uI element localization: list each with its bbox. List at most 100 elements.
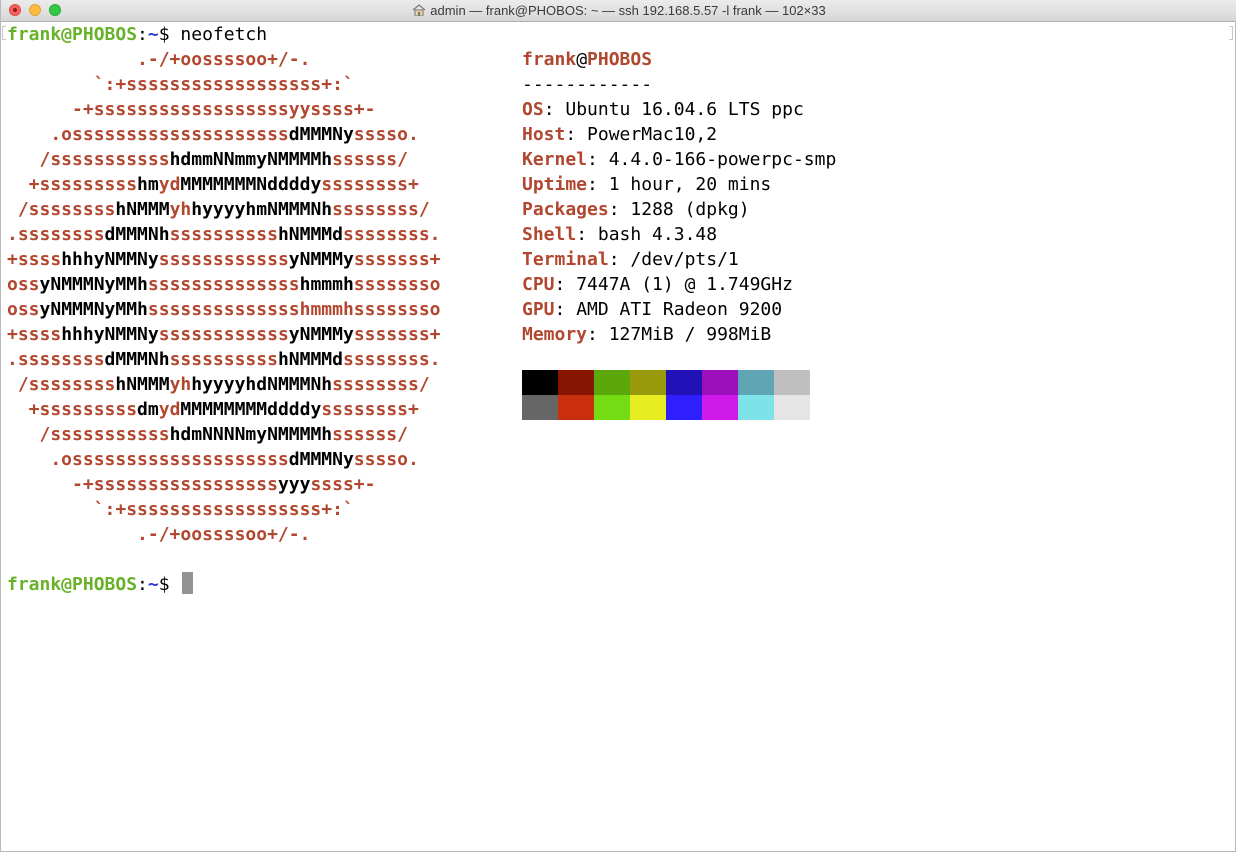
- logo-line: /sssssssshNMMMyhhyyyyhmNMMMNhssssssss/: [7, 197, 430, 222]
- logo-segment: ssssssssss: [169, 224, 278, 245]
- logo-segment: MMMMMMMNddddy: [180, 174, 322, 195]
- logo-segment: hyyyyhmNMMMNh: [191, 199, 333, 220]
- info-key: CPU: [522, 274, 555, 295]
- logo-segment: /ssssssss: [7, 199, 116, 220]
- logo-segment: yyy: [277, 474, 311, 495]
- color-swatch: [666, 370, 702, 395]
- logo-line: /ssssssssssshdmNNNNmyNMMMMhssssss/: [7, 422, 408, 447]
- logo-segment: +sssssssss: [7, 174, 138, 195]
- logo-line: /ssssssssssshdmmNNmmyNMMMMhssssss/: [7, 147, 408, 172]
- color-swatch: [702, 370, 738, 395]
- logo-segment: hmmmh: [299, 274, 354, 295]
- logo-segment: yd: [158, 399, 181, 420]
- logo-segment: hNMMMd: [277, 224, 343, 245]
- right-margin-mark: [1229, 26, 1233, 40]
- info-value: /dev/pts/1: [630, 249, 739, 270]
- logo-segment: dMMMNh: [104, 224, 170, 245]
- prompt-user: frank@PHOBOS: [7, 574, 138, 595]
- logo-segment: `:+ssssssssssssssssss+:`: [7, 74, 354, 95]
- logo-segment: ssssssss+: [321, 399, 419, 420]
- logo-segment: hhhyNMMNy: [61, 324, 159, 345]
- logo-segment: ssssssss.: [342, 224, 441, 245]
- logo-segment: ssssssss.: [342, 349, 441, 370]
- home-icon: [412, 4, 426, 16]
- color-swatch: [594, 370, 630, 395]
- info-key: Memory: [522, 324, 588, 345]
- info-row: Uptime: 1 hour, 20 mins: [522, 174, 772, 195]
- color-swatch: [774, 370, 810, 395]
- logo-line: +sssshhhyNMMNyssssssssssssyNMMMysssssss+: [7, 322, 441, 347]
- prompt-separator: :: [137, 574, 148, 595]
- logo-segment: ssssssssssss: [158, 324, 289, 345]
- command-line: frank@PHOBOS:~$ neofetch: [7, 22, 267, 47]
- logo-segment: ssssssss/: [332, 199, 430, 220]
- logo-segment: ssssssssssss: [158, 249, 289, 270]
- prompt-user: frank@PHOBOS: [7, 24, 138, 45]
- logo-segment: yNMMMNyMMh: [39, 299, 148, 320]
- info-value: bash 4.3.48: [597, 224, 718, 245]
- logo-line: +sssshhhyNMMNyssssssssssssyNMMMysssssss+: [7, 247, 441, 272]
- info-row: CPU: 7447A (1) @ 1.749GHz: [522, 274, 793, 295]
- logo-segment: oss: [7, 274, 40, 295]
- logo-line: -+ssssssssssssssssssyyssss+-: [7, 97, 375, 122]
- palette-row-normal: [522, 370, 810, 395]
- logo-segment: -+ssssssssssssssssssyyssss+-: [7, 99, 376, 120]
- logo-segment: sssso.: [353, 449, 419, 470]
- color-swatch: [558, 395, 594, 420]
- logo-segment: /sssssssssss: [7, 424, 170, 445]
- title-bar[interactable]: admin — frank@PHOBOS: ~ — ssh 192.168.5.…: [1, 0, 1236, 22]
- info-divider: ------------: [522, 74, 653, 95]
- logo-line: .ssssssssdMMMNhsssssssssshNMMMdssssssss.: [7, 347, 441, 372]
- info-row: Kernel: 4.4.0-166-powerpc-smp: [522, 149, 837, 170]
- info-value: 127MiB / 998MiB: [608, 324, 772, 345]
- color-swatch: [522, 395, 558, 420]
- prompt-symbol: $: [158, 574, 170, 595]
- logo-segment: -+sssssssssssssssss: [7, 474, 278, 495]
- logo-segment: +ssss: [7, 324, 62, 345]
- logo-line: `:+ssssssssssssssssss+:`: [7, 497, 354, 522]
- info-key: Kernel: [522, 149, 588, 170]
- info-row: Terminal: /dev/pts/1: [522, 249, 739, 270]
- logo-segment: sssso.: [353, 124, 419, 145]
- logo-segment: ssssssss/: [332, 374, 430, 395]
- prompt-path: ~: [147, 24, 159, 45]
- terminal-content[interactable]: frank@PHOBOS:~$ neofetch .-/+oossssoo+/-…: [7, 22, 1227, 850]
- color-palette: [522, 370, 810, 420]
- logo-segment: .ssssssss: [7, 349, 105, 370]
- logo-segment: ssss+-: [310, 474, 376, 495]
- logo-segment: yh: [169, 199, 192, 220]
- logo-segment: yNMMMy: [288, 249, 354, 270]
- logo-line: +sssssssssdmydMMMMMMMMddddyssssssss+: [7, 397, 419, 422]
- terminal-window: admin — frank@PHOBOS: ~ — ssh 192.168.5.…: [0, 0, 1236, 852]
- logo-line: .ssssssssdMMMNhsssssssssshNMMMdssssssss.: [7, 222, 441, 247]
- logo-line: +ssssssssshmydMMMMMMMNddddyssssssss+: [7, 172, 419, 197]
- logo-line: .ossssssssssssssssssssdMMMNysssso.: [7, 122, 419, 147]
- logo-segment: hyyyyhdNMMMNh: [191, 374, 333, 395]
- logo-segment: sssssss+: [353, 324, 441, 345]
- logo-segment: hNMMMd: [277, 349, 343, 370]
- logo-segment: yd: [158, 174, 181, 195]
- logo-segment: yh: [169, 374, 192, 395]
- info-value: Ubuntu 16.04.6 LTS ppc: [565, 99, 804, 120]
- logo-segment: .ossssssssssssssssssss: [7, 449, 289, 470]
- logo-segment: ssssssss+: [321, 174, 419, 195]
- logo-line: .-/+oossssoo+/-.: [7, 522, 310, 547]
- info-key: Host: [522, 124, 566, 145]
- text-cursor: [182, 572, 194, 594]
- logo-segment: ssssssso: [353, 274, 441, 295]
- logo-line: `:+ssssssssssssssssss+:`: [7, 72, 354, 97]
- color-swatch: [702, 395, 738, 420]
- color-swatch: [774, 395, 810, 420]
- logo-segment: MMMMMMMMddddy: [180, 399, 322, 420]
- logo-segment: sssssss+: [353, 249, 441, 270]
- logo-segment: .-/+oossssoo+/-.: [7, 524, 311, 545]
- logo-segment: /sssssssssss: [7, 149, 170, 170]
- info-row: Shell: bash 4.3.48: [522, 224, 718, 245]
- info-key: Uptime: [522, 174, 588, 195]
- info-key: Shell: [522, 224, 577, 245]
- logo-segment: +sssssssss: [7, 399, 138, 420]
- window-title-text: admin — frank@PHOBOS: ~ — ssh 192.168.5.…: [430, 3, 826, 18]
- color-swatch: [738, 370, 774, 395]
- palette-row-bright: [522, 395, 810, 420]
- logo-line: .-/+oossssoo+/-.: [7, 47, 310, 72]
